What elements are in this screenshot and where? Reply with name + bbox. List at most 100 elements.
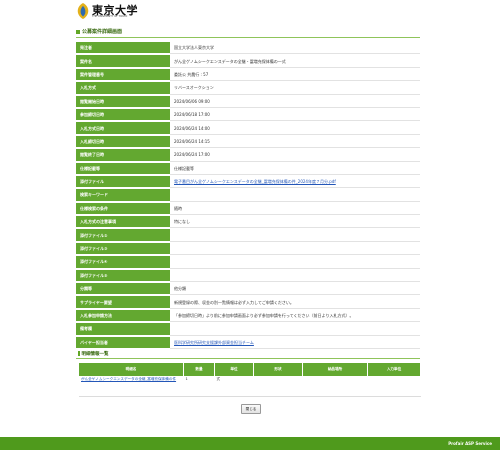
detail-row: 添付ファイル 電子番目がん全ゲノムシークエンスデータの全継_冨増充保体備の件_20… bbox=[76, 175, 420, 189]
detail-value: 新規登録の際、収金の別一覧情報は必ず入力してご申請ください。 bbox=[170, 296, 420, 309]
column-header: 入力単位 bbox=[367, 363, 421, 376]
items-table: 明細名 数量 単位 形状 納品場所 入力単位 がん全ゲノムシークエンスデータの全… bbox=[79, 363, 421, 397]
item-name-link[interactable]: がん全ゲノムシークエンスデータの全継_冨増充保体備の件 bbox=[79, 376, 184, 397]
detail-row: 参加締切日時 2024/06/18 17:00 bbox=[76, 108, 420, 122]
detail-row: 入札締切日時 2024/06/24 14:15 bbox=[76, 135, 420, 149]
title-divider bbox=[76, 37, 420, 38]
detail-value-link-cell: 電子番目がん全ゲノムシークエンスデータの全継_冨増充保体備の件_2024年度７月… bbox=[170, 175, 420, 189]
university-emblem-icon bbox=[77, 3, 89, 19]
close-button[interactable]: 閉じる bbox=[241, 404, 261, 414]
detail-row: 添付ファイル④ bbox=[76, 256, 420, 269]
detail-value bbox=[170, 189, 420, 202]
detail-value: 国立大学法人東京大学 bbox=[170, 42, 420, 55]
detail-label: 入札参加申請方法 bbox=[76, 309, 170, 323]
detail-value: 仕様記載等 bbox=[170, 162, 420, 175]
detail-label: 入札締切日時 bbox=[76, 135, 170, 149]
column-header: 数量 bbox=[183, 363, 215, 376]
page-title: 公募案件詳細画面 bbox=[76, 28, 122, 35]
detail-label: 添付ファイル bbox=[76, 175, 170, 189]
detail-row: 閲覧開始日時 2024/06/06 09:00 bbox=[76, 95, 420, 108]
detail-label: 入札方式 bbox=[76, 82, 170, 95]
detail-label: 入札方式の注意事項 bbox=[76, 216, 170, 229]
detail-value bbox=[170, 242, 420, 256]
detail-value: 「参加締切日時」より前に参加申請画面より必ず参加申請を行ってください（前日より入… bbox=[170, 309, 420, 323]
items-divider bbox=[76, 358, 420, 359]
detail-label: 案件名 bbox=[76, 55, 170, 68]
bar-bullet-icon bbox=[78, 351, 80, 356]
detail-label: 添付ファイル③ bbox=[76, 242, 170, 256]
page-title-text: 公募案件詳細画面 bbox=[82, 29, 123, 35]
detail-label: 参加締切日時 bbox=[76, 108, 170, 122]
table-row: がん全ゲノムシークエンスデータの全継_冨増充保体備の件 1 式 bbox=[79, 376, 421, 397]
detail-value bbox=[170, 256, 420, 269]
detail-value: 委託公 共農行 : 57 bbox=[170, 68, 420, 82]
items-list-title: 明細情報一覧 bbox=[78, 351, 109, 357]
detail-value bbox=[170, 323, 420, 336]
footer-service-name: Profair ASP Service bbox=[448, 441, 492, 446]
column-header: 形状 bbox=[253, 363, 303, 376]
detail-row: 仕様記載等 仕様記載等 bbox=[76, 162, 420, 175]
detail-row: 閲覧終了日時 2024/06/24 17:00 bbox=[76, 149, 420, 162]
items-header-row: 明細名 数量 単位 形状 納品場所 入力単位 bbox=[79, 363, 421, 376]
detail-label: 仕様検索の条件 bbox=[76, 202, 170, 216]
detail-row: 発注者 国立大学法人東京大学 bbox=[76, 42, 420, 55]
column-header: 納品場所 bbox=[302, 363, 368, 376]
detail-value bbox=[170, 269, 420, 283]
detail-table: 発注者 国立大学法人東京大学 案件名 がん全ゲノムシークエンスデータの全継・冨増充保体… bbox=[76, 41, 420, 350]
detail-value: 他分類 bbox=[170, 283, 420, 296]
detail-value-link[interactable]: 医科学研究所研究支援課外部資金担当チーム bbox=[174, 340, 254, 345]
detail-label: 閲覧開始日時 bbox=[76, 95, 170, 108]
detail-label: 添付ファイル④ bbox=[76, 256, 170, 269]
item-input-unit bbox=[367, 376, 421, 397]
detail-value: リバースオークション bbox=[170, 82, 420, 95]
detail-label: 発注者 bbox=[76, 42, 170, 55]
detail-row: 案件名 がん全ゲノムシークエンスデータの全継・冨増充保体備の一式 bbox=[76, 55, 420, 68]
detail-row: 入札参加申請方法 「参加締切日時」より前に参加申請画面より必ず参加申請を行ってくだ… bbox=[76, 309, 420, 323]
detail-label: 閲覧終了日時 bbox=[76, 149, 170, 162]
detail-row: 検索キーワード bbox=[76, 189, 420, 202]
detail-value-link[interactable]: 電子番目がん全ゲノムシークエンスデータの全継_冨増充保体備の件_2024年度７月… bbox=[174, 179, 336, 184]
column-header: 明細名 bbox=[79, 363, 184, 376]
footer-bar: Profair ASP Service bbox=[0, 437, 500, 450]
detail-value-link-cell: 医科学研究所研究支援課外部資金担当チーム bbox=[170, 336, 420, 349]
detail-label: 検索キーワード bbox=[76, 189, 170, 202]
university-logo: 東京大学 THE UNIVERSITY OF TOKYO bbox=[76, 3, 140, 19]
detail-row: バイヤー担当者 医科学研究所研究支援課外部資金担当チーム bbox=[76, 336, 420, 349]
detail-row: 入札方式 リバースオークション bbox=[76, 82, 420, 95]
detail-value: 2024/06/06 09:00 bbox=[170, 95, 420, 108]
item-shape bbox=[253, 376, 303, 397]
detail-label: 分類等 bbox=[76, 283, 170, 296]
detail-label: 入札方式日時 bbox=[76, 122, 170, 135]
detail-row: 入札方式の注意事項 特になし bbox=[76, 216, 420, 229]
detail-value: 2024/06/24 17:00 bbox=[170, 149, 420, 162]
logo-wordmark-en: THE UNIVERSITY OF TOKYO bbox=[92, 15, 128, 18]
detail-value: 2024/06/24 14:15 bbox=[170, 135, 420, 149]
detail-label: バイヤー担当者 bbox=[76, 336, 170, 349]
square-bullet-icon bbox=[76, 29, 80, 34]
detail-label: 案件管理番号 bbox=[76, 68, 170, 82]
detail-value: 2024/06/24 14:00 bbox=[170, 122, 420, 135]
item-qty: 1 bbox=[183, 376, 215, 397]
detail-row: 備考欄 bbox=[76, 323, 420, 336]
detail-row: サプライヤー要望 新規登録の際、収金の別一覧情報は必ず入力してご申請ください。 bbox=[76, 296, 420, 309]
detail-row: 添付ファイル② bbox=[76, 229, 420, 242]
detail-row: 入札方式日時 2024/06/24 14:00 bbox=[76, 122, 420, 135]
detail-row: 添付ファイル③ bbox=[76, 242, 420, 256]
detail-row: 添付ファイル⑤ bbox=[76, 269, 420, 283]
detail-row: 仕様検索の条件 随時 bbox=[76, 202, 420, 216]
detail-row: 案件管理番号 委託公 共農行 : 57 bbox=[76, 68, 420, 82]
detail-value bbox=[170, 229, 420, 242]
item-place bbox=[302, 376, 368, 397]
items-list-title-text: 明細情報一覧 bbox=[81, 352, 109, 357]
column-header: 単位 bbox=[214, 363, 254, 376]
detail-label: 添付ファイル⑤ bbox=[76, 269, 170, 283]
detail-label: 備考欄 bbox=[76, 323, 170, 336]
detail-value: 随時 bbox=[170, 202, 420, 216]
detail-row: 分類等 他分類 bbox=[76, 283, 420, 296]
detail-label: サプライヤー要望 bbox=[76, 296, 170, 309]
detail-label: 添付ファイル② bbox=[76, 229, 170, 242]
detail-value: がん全ゲノムシークエンスデータの全継・冨増充保体備の一式 bbox=[170, 55, 420, 68]
item-unit: 式 bbox=[214, 376, 254, 397]
detail-label: 仕様記載等 bbox=[76, 162, 170, 175]
detail-value: 特になし bbox=[170, 216, 420, 229]
